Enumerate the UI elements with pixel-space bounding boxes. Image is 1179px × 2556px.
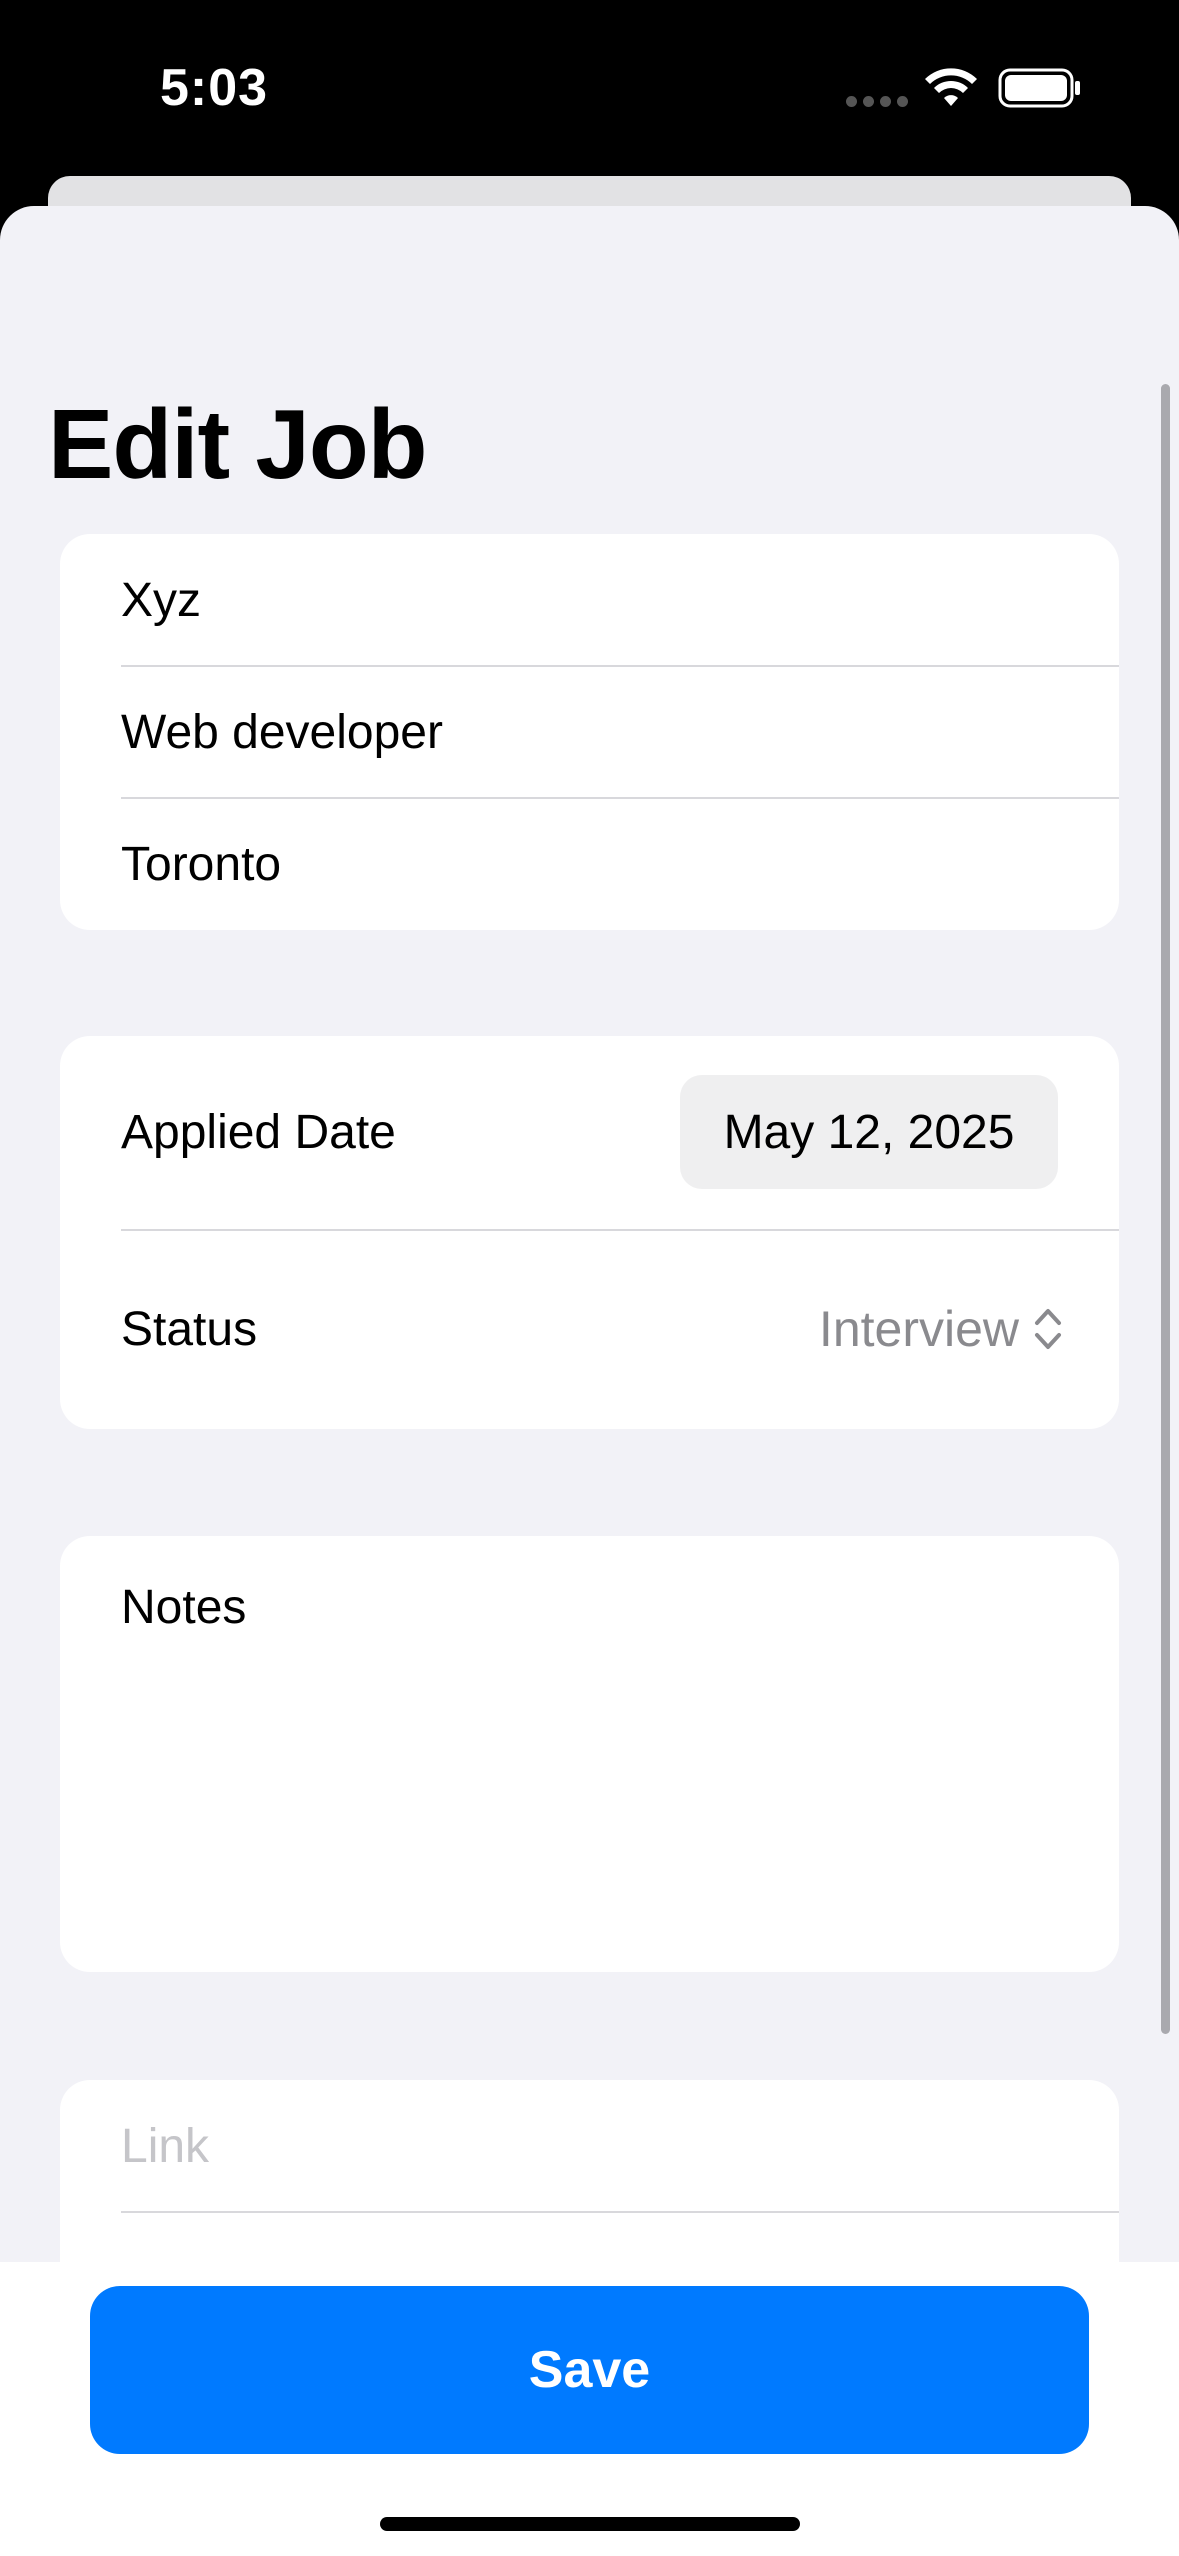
status-time: 5:03 bbox=[160, 59, 269, 117]
status-picker[interactable]: Interview bbox=[819, 1231, 1063, 1427]
company-value: Xyz bbox=[121, 573, 202, 627]
save-button[interactable]: Save bbox=[90, 2286, 1089, 2454]
status-label: Status bbox=[121, 1302, 258, 1356]
position-field[interactable]: Web developer bbox=[60, 667, 1119, 798]
company-field[interactable]: Xyz bbox=[60, 534, 1119, 666]
page-title: Edit Job bbox=[48, 389, 428, 499]
footer: Save bbox=[0, 2262, 1179, 2556]
details-card: Applied Date May 12, 2025 Status Intervi… bbox=[60, 1036, 1119, 1429]
link-placeholder: Link bbox=[121, 2119, 210, 2173]
wifi-icon bbox=[925, 68, 977, 106]
chevron-up-down-icon bbox=[1035, 1309, 1061, 1349]
applied-date-picker[interactable]: May 12, 2025 bbox=[680, 1075, 1058, 1189]
location-value: Toronto bbox=[121, 838, 282, 891]
applied-date-row: Applied Date May 12, 2025 bbox=[60, 1036, 1119, 1229]
divider bbox=[121, 2211, 1119, 2213]
status-row[interactable]: Status Interview bbox=[60, 1231, 1119, 1427]
position-value: Web developer bbox=[121, 706, 443, 759]
job-info-card: Xyz Web developer Toronto bbox=[60, 534, 1119, 930]
edit-job-sheet: Edit Job Xyz Web developer Toronto Appli… bbox=[0, 206, 1179, 2556]
link-field[interactable]: Link bbox=[60, 2080, 1119, 2212]
home-indicator[interactable] bbox=[380, 2517, 800, 2531]
location-field[interactable]: Toronto bbox=[60, 799, 1119, 930]
status-bar: 5:03 bbox=[0, 0, 1179, 176]
cellular-dots-icon bbox=[846, 96, 908, 107]
applied-date-label: Applied Date bbox=[121, 1106, 396, 1159]
status-value: Interview bbox=[818, 1301, 1019, 1357]
notes-placeholder: Notes bbox=[121, 1581, 247, 1634]
battery-icon bbox=[998, 68, 1080, 108]
scroll-indicator[interactable] bbox=[1161, 384, 1170, 2034]
notes-field[interactable]: Notes bbox=[60, 1536, 1119, 1972]
